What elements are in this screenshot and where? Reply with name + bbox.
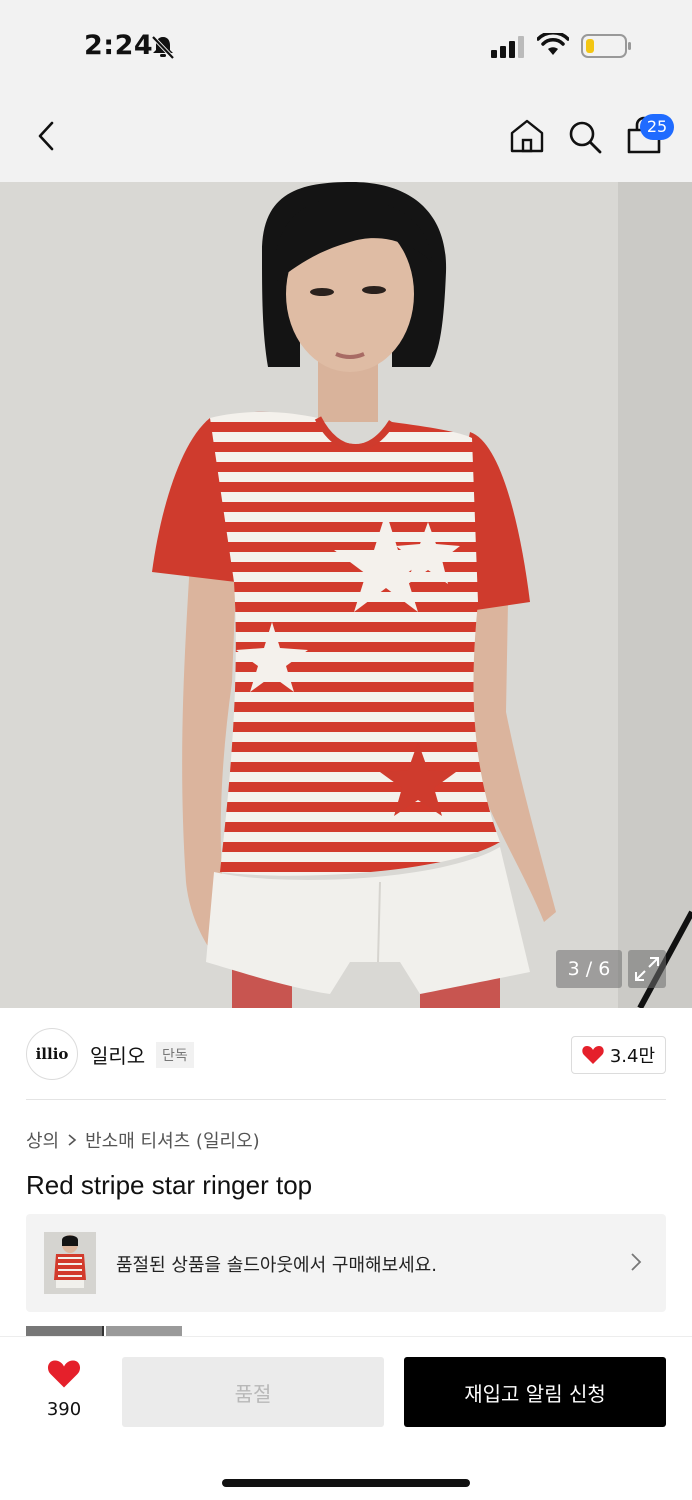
breadcrumb: 상의 반소매 티셔츠 (일리오)	[26, 1127, 260, 1153]
heart-icon	[582, 1046, 604, 1064]
heart-icon	[47, 1360, 81, 1388]
bell-slash-icon	[150, 34, 176, 64]
image-counter: 3 / 6	[556, 950, 622, 988]
brand-like-button[interactable]: 3.4만	[570, 1036, 666, 1074]
wishlist-count: 390	[46, 1399, 82, 1420]
soldout-thumbnail	[44, 1232, 96, 1294]
wishlist-button[interactable]: 390	[34, 1359, 94, 1420]
product-photo-illustration	[0, 182, 692, 1008]
battery-icon	[581, 34, 633, 64]
status-time: 2:24	[84, 30, 154, 61]
thumbnail[interactable]	[26, 1326, 104, 1336]
exclusive-badge: 단독	[156, 1042, 194, 1068]
soldout-banner-text: 품절된 상품을 솔드아웃에서 구매해보세요.	[116, 1255, 437, 1276]
signal-icon	[491, 36, 527, 62]
breadcrumb-subcategory[interactable]: 반소매 티셔츠 (일리오)	[85, 1127, 260, 1153]
soldout-button: 품절	[122, 1357, 384, 1427]
product-image[interactable]: 3 / 6	[0, 182, 692, 1008]
chevron-right-icon	[630, 1252, 642, 1276]
expand-icon[interactable]	[628, 950, 666, 988]
nav-bar	[0, 92, 692, 182]
status-bar: 2:24	[0, 0, 692, 92]
brand-like-count: 3.4만	[609, 1046, 655, 1067]
brand-logo[interactable]: illio	[26, 1028, 78, 1080]
back-icon[interactable]	[32, 120, 60, 156]
bottom-action-bar: 390 품절 재입고 알림 신청	[0, 1336, 692, 1500]
home-icon[interactable]	[508, 118, 546, 158]
brand-name[interactable]: 일리오	[90, 1040, 145, 1069]
brand-row: illio 일리오 단독 3.4만	[26, 1008, 666, 1100]
soldout-banner[interactable]: 품절된 상품을 솔드아웃에서 구매해보세요.	[26, 1214, 666, 1312]
thumbnail[interactable]	[106, 1326, 182, 1336]
chevron-right-icon	[68, 1134, 77, 1146]
home-indicator	[222, 1479, 470, 1487]
breadcrumb-category[interactable]: 상의	[26, 1127, 59, 1153]
thumbnail-strip	[26, 1326, 182, 1336]
search-icon[interactable]	[566, 118, 604, 160]
restock-alert-button[interactable]: 재입고 알림 신청	[404, 1357, 666, 1427]
wifi-icon	[536, 31, 570, 61]
cart-count-badge: 25	[640, 114, 674, 140]
product-title: Red stripe star ringer top	[26, 1170, 313, 1200]
